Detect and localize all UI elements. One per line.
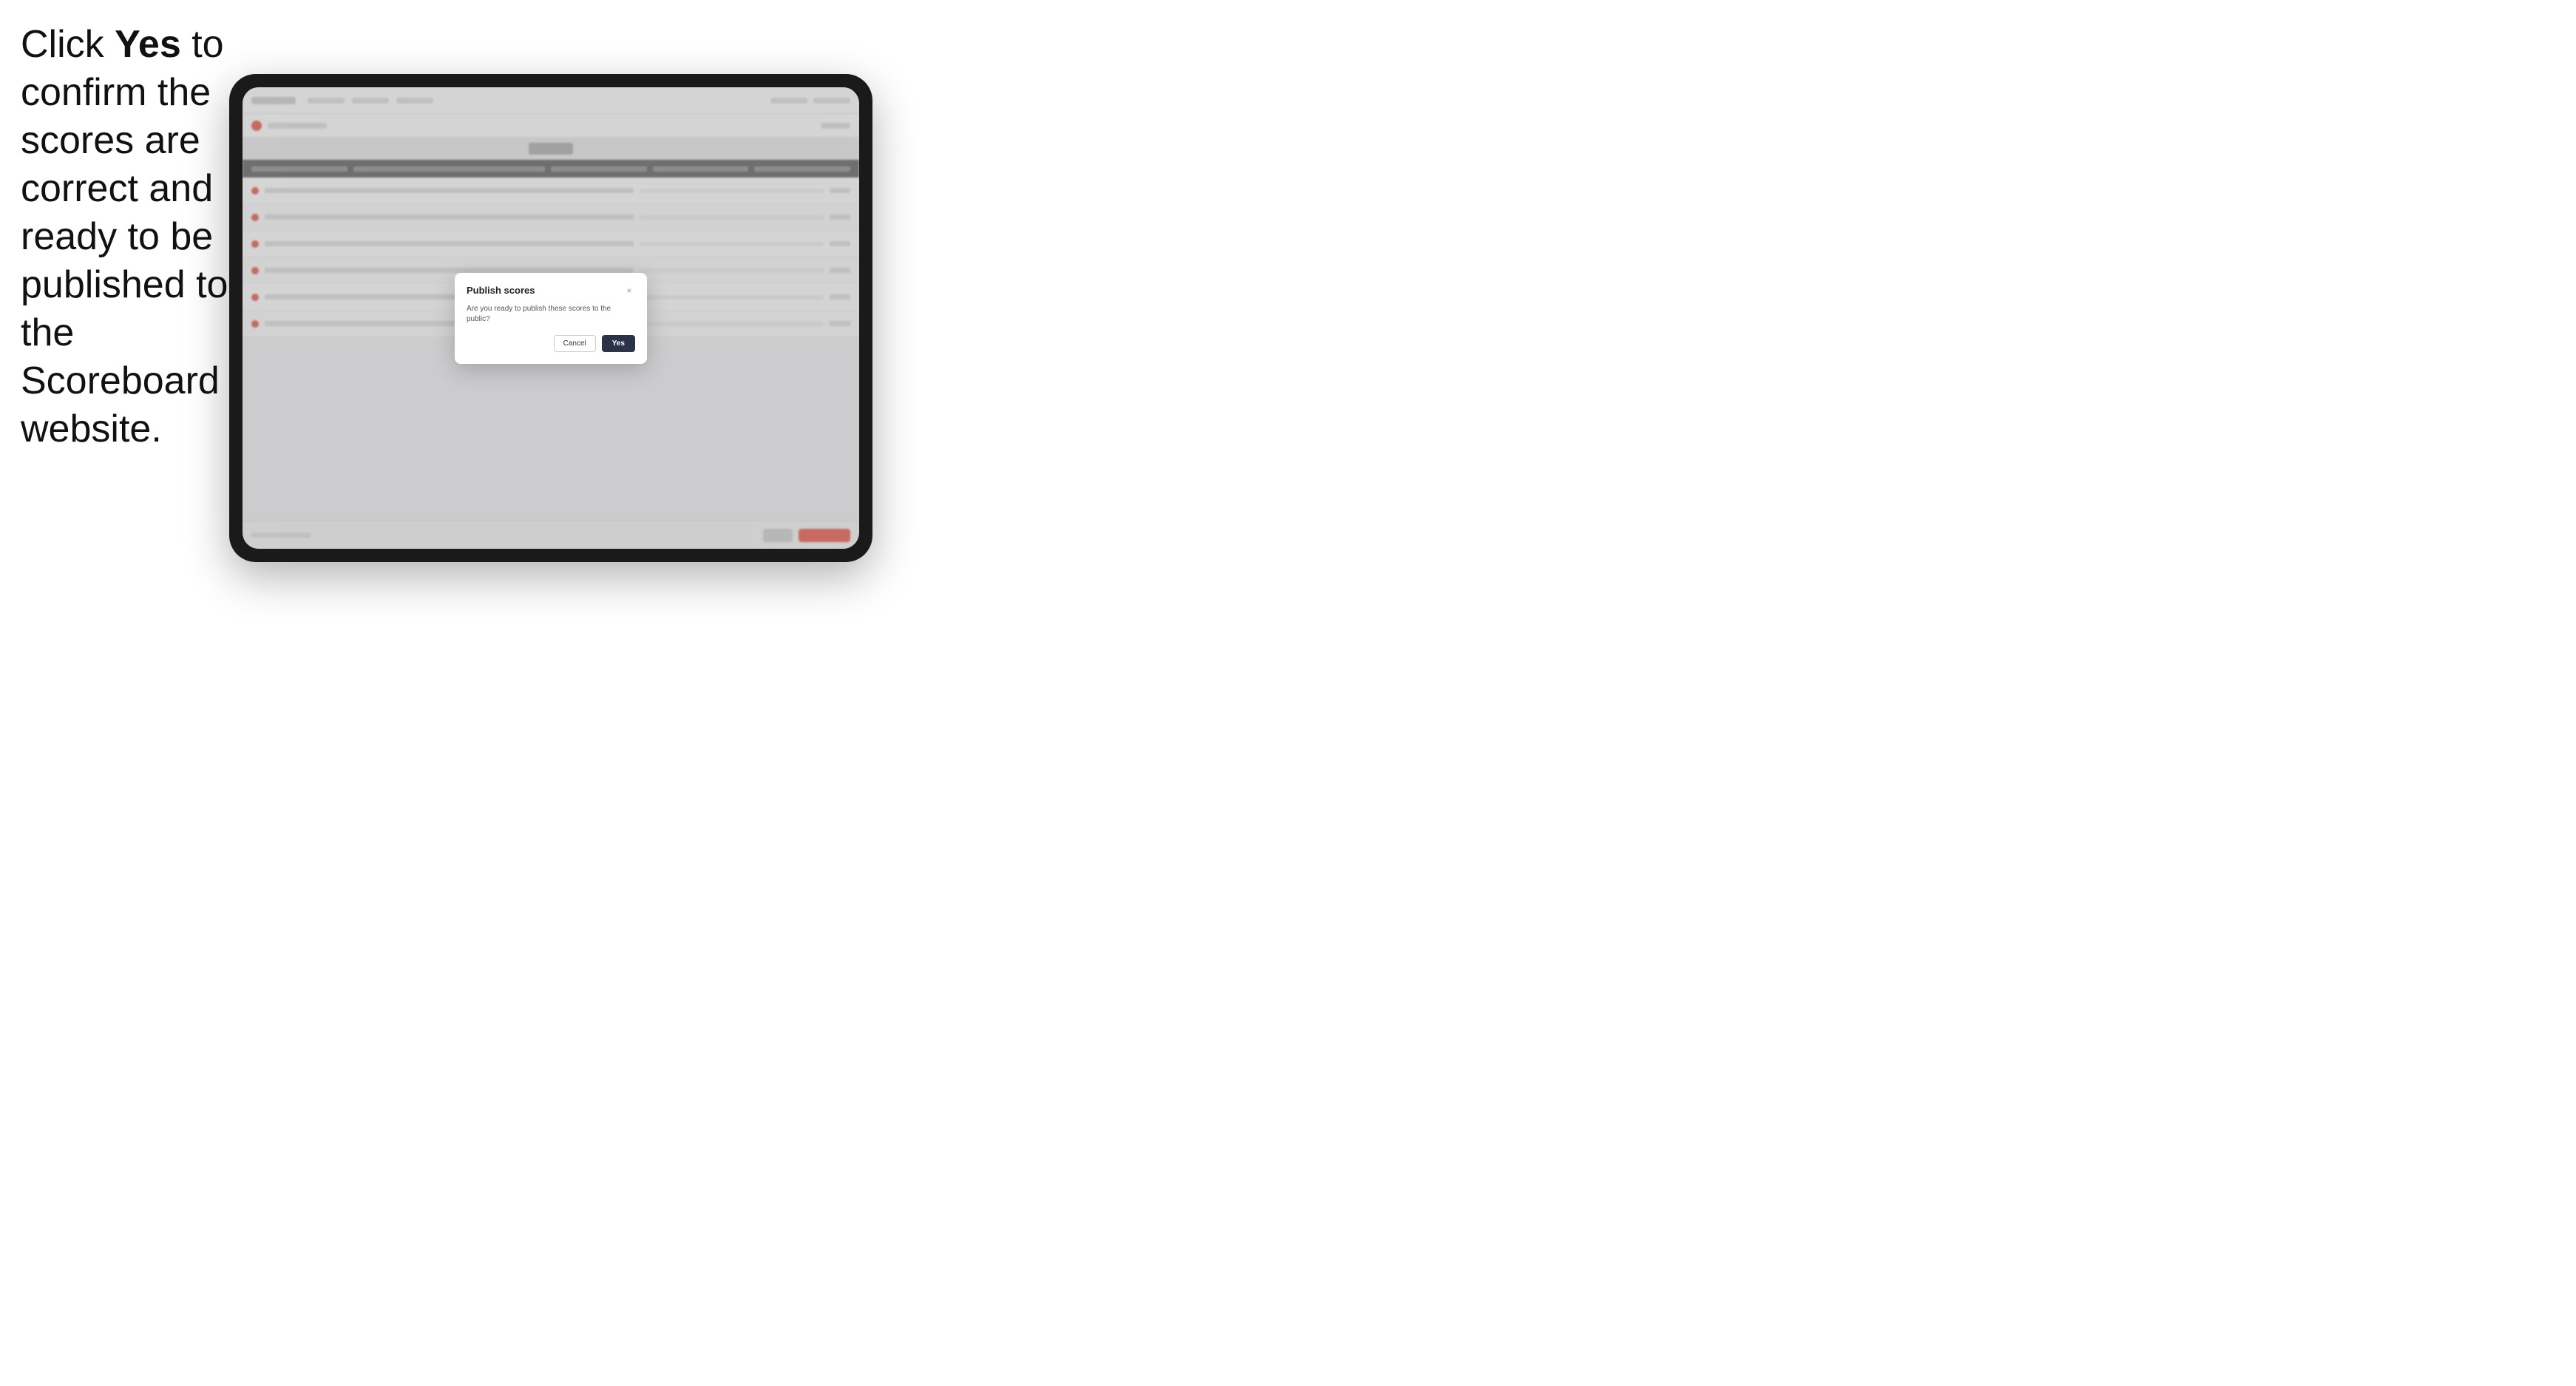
dialog-overlay: Publish scores × Are you ready to publis…: [243, 87, 859, 549]
instruction-text: Click Yes to confirm the scores are corr…: [21, 21, 235, 453]
instruction-prefix: Click: [21, 23, 115, 66]
tablet-screen: Publish scores × Are you ready to publis…: [243, 87, 859, 549]
dialog-title: Publish scores: [467, 285, 535, 296]
instruction-suffix: to confirm the scores are correct and re…: [21, 23, 228, 450]
instruction-bold: Yes: [115, 23, 181, 66]
yes-button[interactable]: Yes: [602, 335, 635, 352]
publish-scores-dialog: Publish scores × Are you ready to publis…: [455, 273, 647, 364]
tablet-device: Publish scores × Are you ready to publis…: [229, 74, 872, 562]
dialog-footer: Cancel Yes: [467, 335, 635, 352]
dialog-close-button[interactable]: ×: [623, 285, 635, 297]
dialog-body: Are you ready to publish these scores to…: [467, 304, 635, 325]
dialog-header: Publish scores ×: [467, 285, 635, 297]
cancel-button[interactable]: Cancel: [554, 335, 596, 352]
